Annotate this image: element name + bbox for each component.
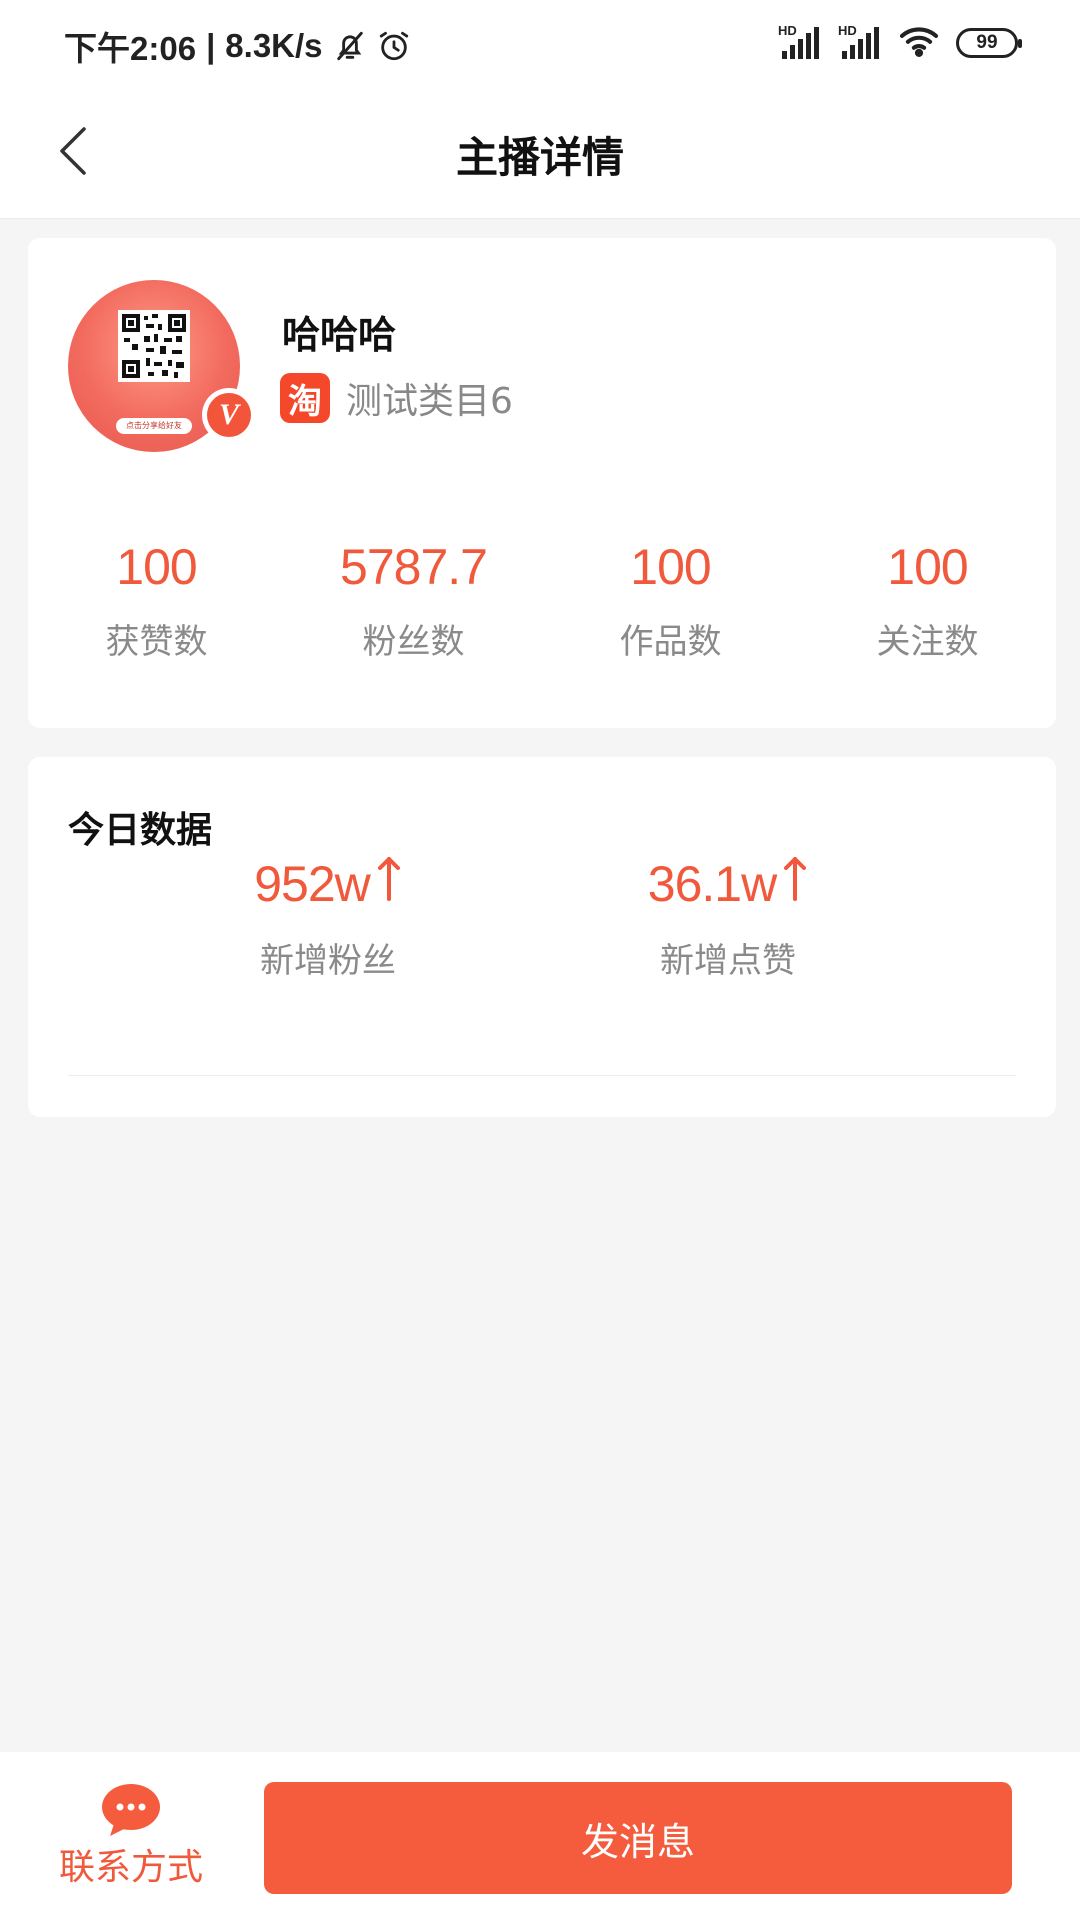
status-time: 下午2:06: [64, 30, 197, 67]
today-data-title: 今日数据: [68, 810, 213, 851]
today-value-row: 952w: [228, 855, 428, 913]
stat-fans: 5787.7 粉丝数: [285, 538, 542, 663]
contact-button[interactable]: 联系方式: [50, 1782, 212, 1890]
stat-label: 粉丝数: [362, 622, 465, 662]
stat-value: 100: [116, 539, 197, 595]
category-label: 测试类目6: [346, 381, 513, 422]
stat-label: 作品数: [619, 622, 722, 662]
arrow-up-icon: [376, 855, 402, 913]
stat-value: 5787.7: [340, 539, 488, 595]
nav-bar: 主播详情: [0, 88, 1080, 219]
stat-label: 获赞数: [105, 622, 208, 662]
today-value-row: 36.1w: [628, 855, 828, 913]
chat-bubble-icon: [102, 1784, 160, 1836]
send-message-label: 发消息: [580, 1819, 695, 1864]
profile-card: 点击分享给好友 V 哈哈哈 淘 测试类目6 100 获赞数 5787.7 粉丝数…: [28, 238, 1056, 728]
anchor-stats: 100 获赞数 5787.7 粉丝数 100 作品数 100 关注数: [28, 538, 1056, 663]
stat-likes: 100 获赞数: [28, 538, 285, 663]
avatar-container[interactable]: 点击分享给好友 V: [68, 280, 258, 470]
arrow-up-icon: [782, 855, 808, 913]
qr-code-icon: [118, 310, 190, 382]
stat-label: 关注数: [876, 622, 979, 662]
send-message-button[interactable]: 发消息: [264, 1782, 1012, 1894]
taobao-icon: 淘: [280, 373, 330, 423]
contact-label: 联系方式: [58, 1847, 203, 1888]
alarm-clock-icon: [377, 29, 411, 63]
divider: [68, 1075, 1016, 1076]
status-right: HD HD 99: [778, 23, 1022, 62]
today-new-fans: 952w 新增粉丝: [228, 855, 428, 982]
sim2-hd-label: HD: [838, 23, 857, 38]
battery-indicator: 99: [956, 28, 1022, 58]
verified-icon: V: [207, 393, 251, 437]
bell-off-icon: [333, 29, 367, 63]
wifi-icon: [898, 24, 940, 62]
sim1-hd-label: HD: [778, 23, 797, 38]
anchor-category: 淘 测试类目6: [280, 372, 513, 424]
status-separator: |: [206, 27, 216, 64]
today-data-card: 今日数据 952w 新增粉丝 36.1w 新增点赞: [28, 757, 1056, 1117]
today-value: 36.1w: [647, 856, 777, 912]
avatar-caption: 点击分享给好友: [116, 418, 192, 434]
signal-icon-2: HD: [838, 23, 882, 61]
battery-level: 99: [976, 32, 998, 53]
status-left: 下午2:06 | 8.3K/s: [64, 22, 411, 70]
signal-icon: HD: [778, 23, 822, 61]
status-net-speed: 8.3K/s: [225, 27, 323, 64]
page-title: 主播详情: [455, 133, 624, 182]
today-label: 新增点赞: [660, 941, 796, 981]
stat-value: 100: [630, 539, 711, 595]
today-label: 新增粉丝: [260, 941, 396, 981]
stat-works: 100 作品数: [542, 538, 799, 663]
bottom-action-bar: 联系方式 发消息: [0, 1752, 1080, 1920]
status-bar: 下午2:06 | 8.3K/s HD HD 99: [0, 0, 1080, 88]
verified-badge: V: [202, 388, 256, 442]
anchor-name: 哈哈哈: [282, 313, 397, 357]
stat-following: 100 关注数: [799, 538, 1056, 663]
stat-value: 100: [887, 539, 968, 595]
today-value: 952w: [254, 856, 371, 912]
today-new-likes: 36.1w 新增点赞: [628, 855, 828, 982]
